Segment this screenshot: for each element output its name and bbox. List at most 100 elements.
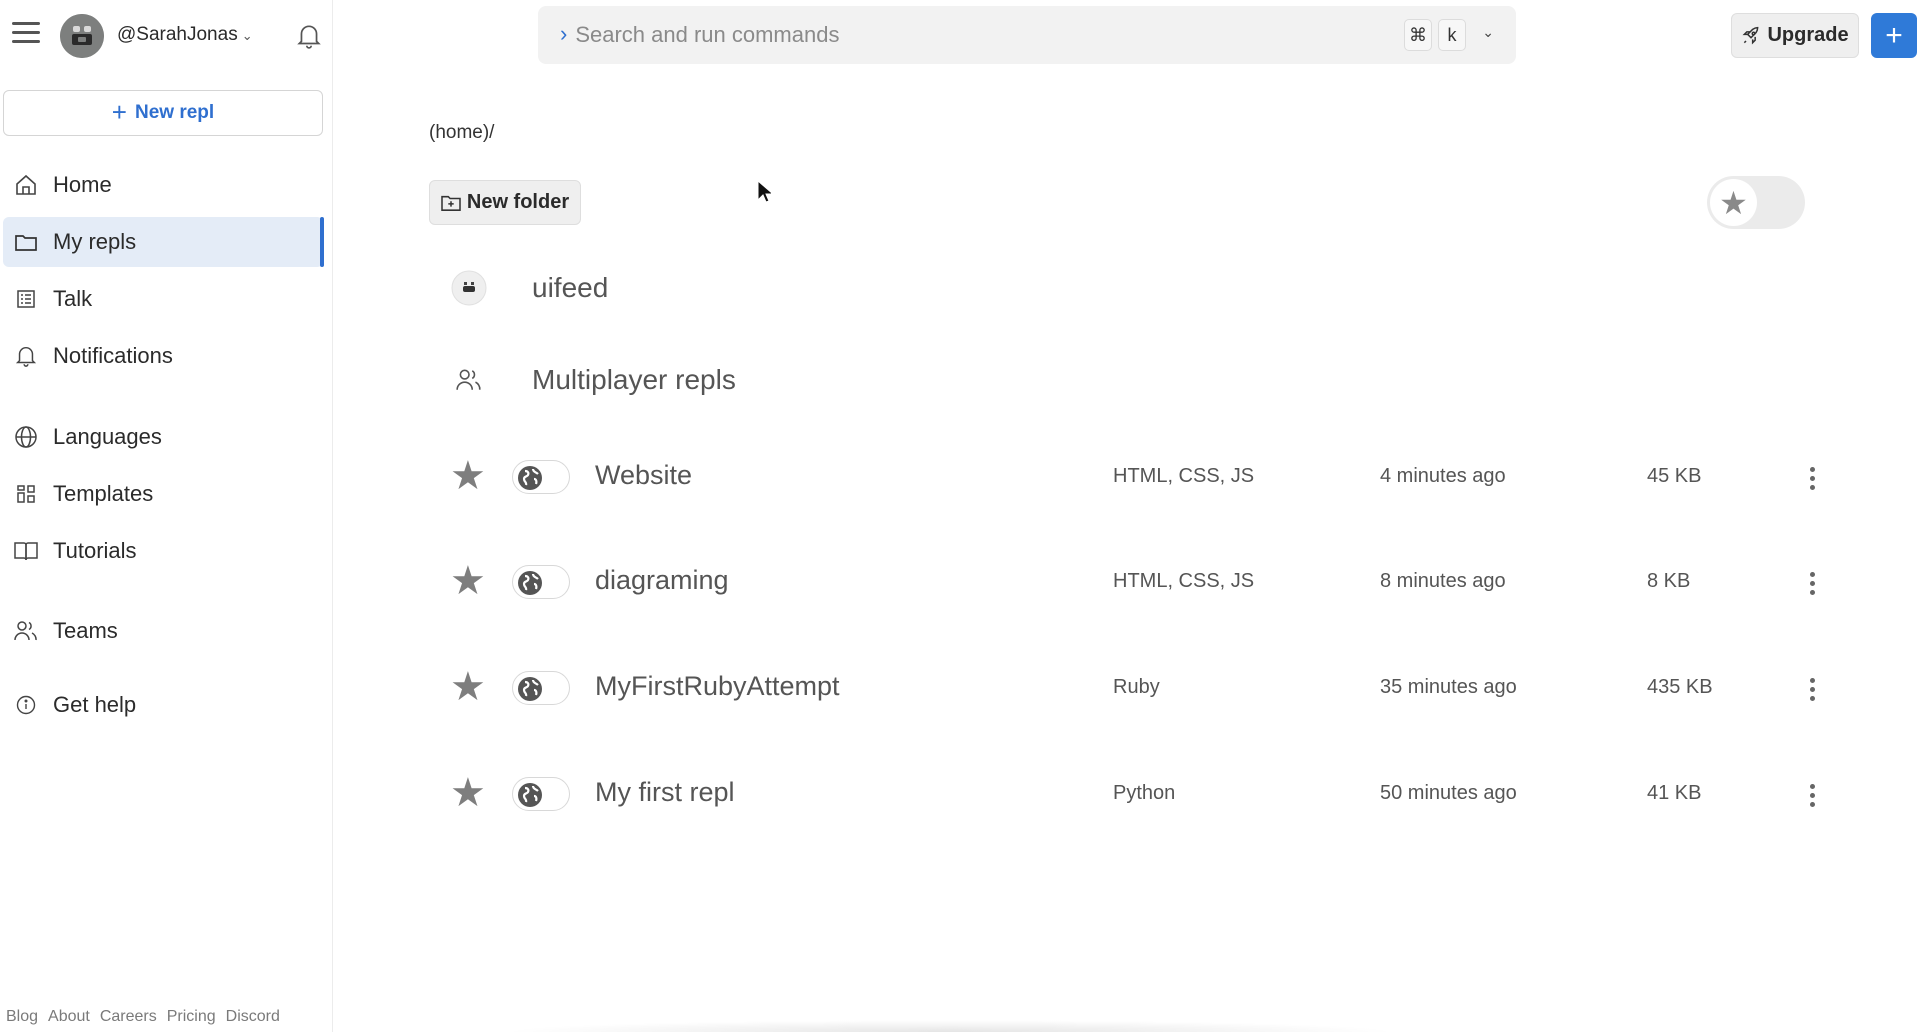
repl-row[interactable]: ★ My first repl Python 50 minutes ago 41… xyxy=(440,765,1840,825)
upgrade-button[interactable]: Upgrade xyxy=(1731,13,1859,58)
plus-icon: + xyxy=(111,96,127,127)
star-icon[interactable]: ★ xyxy=(450,561,486,601)
public-toggle[interactable] xyxy=(512,777,570,811)
footer-link-discord[interactable]: Discord xyxy=(226,1008,280,1026)
command-key-badge: ⌘ xyxy=(1404,19,1432,51)
folder-name: Multiplayer repls xyxy=(532,364,736,395)
sidebar-item-label: Languages xyxy=(53,424,162,449)
chevron-right-icon: › xyxy=(560,21,568,46)
bell-icon xyxy=(13,343,39,369)
repl-size: 435 KB xyxy=(1647,676,1713,698)
robot-avatar-icon xyxy=(60,14,104,58)
repl-title[interactable]: My first repl xyxy=(595,777,735,808)
new-folder-button[interactable]: New folder xyxy=(429,180,581,225)
sidebar-item-label: Talk xyxy=(53,286,93,311)
folder-item-uifeed[interactable]: uifeed xyxy=(450,263,608,313)
new-repl-button[interactable]: + New repl xyxy=(3,90,323,136)
repl-size: 45 KB xyxy=(1647,465,1702,487)
chevron-down-icon: ⌄ xyxy=(241,28,253,43)
mouse-cursor-icon xyxy=(757,180,771,203)
repl-updated: 50 minutes ago xyxy=(1380,782,1517,804)
search-placeholder: Search and run commands xyxy=(575,22,840,47)
star-icon[interactable]: ★ xyxy=(450,773,486,813)
sidebar-item-templates[interactable]: Templates xyxy=(3,469,323,519)
repl-size: 8 KB xyxy=(1647,570,1691,592)
book-icon xyxy=(13,538,39,564)
repl-languages: Ruby xyxy=(1113,676,1160,698)
repl-title[interactable]: diagraming xyxy=(595,565,729,596)
menu-icon[interactable] xyxy=(12,22,40,46)
repl-row[interactable]: ★ Website HTML, CSS, JS 4 minutes ago 45… xyxy=(440,448,1840,508)
chevron-down-icon[interactable]: ⌄ xyxy=(1482,24,1494,41)
globe-icon xyxy=(518,466,542,490)
repl-updated: 8 minutes ago xyxy=(1380,570,1506,592)
sidebar-item-label: Tutorials xyxy=(53,538,137,563)
sidebar-item-my-repls[interactable]: My repls xyxy=(3,217,324,267)
users-icon xyxy=(450,361,488,399)
repl-languages: HTML, CSS, JS xyxy=(1113,465,1255,487)
repl-title[interactable]: Website xyxy=(595,460,692,491)
star-icon[interactable]: ★ xyxy=(450,667,486,707)
sidebar-item-label: My repls xyxy=(53,229,137,254)
footer-link-pricing[interactable]: Pricing xyxy=(167,1008,216,1026)
team-avatar-icon xyxy=(450,269,488,307)
avatar[interactable] xyxy=(60,14,104,58)
user-menu[interactable]: @SarahJonas ⌄ xyxy=(117,24,253,46)
users-icon xyxy=(13,618,39,644)
sidebar-item-get-help[interactable]: Get help xyxy=(3,680,323,730)
home-icon xyxy=(13,172,39,198)
folder-plus-icon xyxy=(441,195,461,211)
create-button[interactable]: + xyxy=(1871,13,1917,58)
sidebar-item-label: Templates xyxy=(53,481,154,506)
list-icon xyxy=(13,286,39,312)
repl-title[interactable]: MyFirstRubyAttempt xyxy=(595,671,840,702)
favorites-toggle[interactable]: ★ xyxy=(1707,176,1805,229)
sidebar-item-notifications[interactable]: Notifications xyxy=(3,331,323,381)
command-search-bar[interactable]: › Search and run commands ⌘ k ⌄ xyxy=(538,6,1516,64)
new-repl-label: New repl xyxy=(134,102,215,123)
upgrade-label: Upgrade xyxy=(1767,24,1849,46)
sidebar-item-languages[interactable]: Languages xyxy=(3,412,323,462)
folder-item-multiplayer-repls[interactable]: Multiplayer repls xyxy=(450,355,736,405)
sidebar-item-label: Home xyxy=(53,172,112,197)
rocket-icon xyxy=(1742,26,1759,44)
sidebar-item-home[interactable]: Home xyxy=(3,160,323,210)
footer-link-about[interactable]: About xyxy=(48,1008,90,1026)
footer-link-blog[interactable]: Blog xyxy=(6,1008,38,1026)
public-toggle[interactable] xyxy=(512,565,570,599)
repl-row[interactable]: ★ diagraming HTML, CSS, JS 8 minutes ago… xyxy=(440,553,1840,613)
more-options-icon[interactable] xyxy=(1800,775,1824,815)
k-key-badge: k xyxy=(1438,19,1466,51)
folder-icon xyxy=(13,229,39,255)
sidebar-item-talk[interactable]: Talk xyxy=(3,274,323,324)
folder-name: uifeed xyxy=(532,272,609,303)
username: @SarahJonas xyxy=(117,24,238,45)
bottom-shadow xyxy=(500,1020,1400,1032)
repl-updated: 4 minutes ago xyxy=(1380,465,1506,487)
public-toggle[interactable] xyxy=(512,460,570,494)
plus-icon: + xyxy=(1885,18,1903,52)
globe-icon xyxy=(518,677,542,701)
notifications-bell-icon[interactable] xyxy=(296,22,322,50)
more-options-icon[interactable] xyxy=(1800,458,1824,498)
breadcrumb[interactable]: (home)/ xyxy=(429,122,494,144)
more-options-icon[interactable] xyxy=(1800,563,1824,603)
star-icon[interactable]: ★ xyxy=(450,456,486,496)
sidebar-item-label: Get help xyxy=(53,692,137,717)
sidebar-item-tutorials[interactable]: Tutorials xyxy=(3,526,323,576)
repl-updated: 35 minutes ago xyxy=(1380,676,1517,698)
new-folder-label: New folder xyxy=(466,191,570,213)
globe-icon xyxy=(518,783,542,807)
footer-links: Blog About Careers Pricing Discord xyxy=(6,1008,280,1026)
globe-icon xyxy=(518,571,542,595)
public-toggle[interactable] xyxy=(512,671,570,705)
star-icon: ★ xyxy=(1710,179,1757,226)
globe-icon xyxy=(13,424,39,450)
more-options-icon[interactable] xyxy=(1800,669,1824,709)
sidebar-item-teams[interactable]: Teams xyxy=(3,606,323,656)
repl-row[interactable]: ★ MyFirstRubyAttempt Ruby 35 minutes ago… xyxy=(440,659,1840,719)
sidebar-header: @SarahJonas ⌄ xyxy=(0,0,333,72)
info-icon xyxy=(13,692,39,718)
repl-size: 41 KB xyxy=(1647,782,1702,804)
footer-link-careers[interactable]: Careers xyxy=(100,1008,157,1026)
